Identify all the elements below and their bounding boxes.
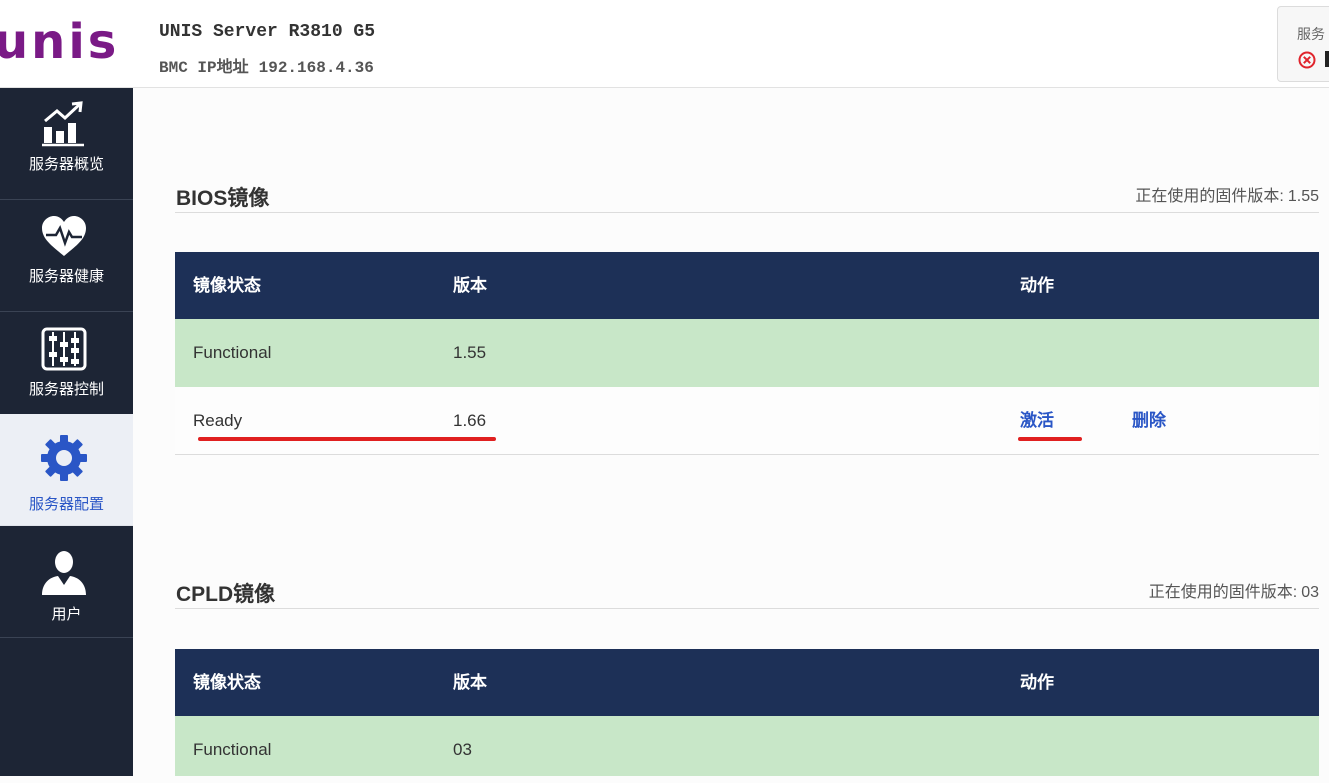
image-version: 1.55 bbox=[453, 343, 487, 362]
sidebar-item-server-health[interactable]: 服务器健康 bbox=[0, 200, 133, 312]
image-version: 1.66 bbox=[453, 411, 487, 430]
sidebar-item-label: 服务器控制 bbox=[28, 381, 104, 398]
fw-version-value: 1.55 bbox=[1287, 188, 1319, 205]
server-status-label: 服务 bbox=[1297, 26, 1325, 42]
error-circle-icon bbox=[1298, 51, 1316, 69]
annotation-underline bbox=[198, 437, 496, 441]
sidebar-item-label: 服务器健康 bbox=[28, 268, 104, 285]
server-name: UNIS Server R3810 G5 bbox=[159, 22, 376, 42]
image-status: Functional bbox=[193, 343, 272, 362]
server-status-panel[interactable]: 服务 bbox=[1277, 6, 1329, 82]
column-header-action: 动作 bbox=[1020, 673, 1054, 692]
sidebar-item-label: 用户 bbox=[51, 606, 82, 623]
image-version: 03 bbox=[453, 740, 472, 759]
user-icon bbox=[42, 551, 86, 595]
sidebar-item-label: 服务器概览 bbox=[28, 156, 104, 173]
table-row: Functional 1.55 bbox=[175, 319, 1319, 387]
cpld-section-title: CPLD镜像 bbox=[176, 583, 276, 606]
sidebar-item-server-overview[interactable]: 服务器概览 bbox=[0, 88, 133, 200]
chart-icon bbox=[42, 101, 84, 147]
bmc-ip-label: BMC IP地址 bbox=[159, 59, 249, 77]
fw-version-label: 正在使用的固件版本: bbox=[1148, 584, 1298, 601]
column-header-version: 版本 bbox=[453, 276, 487, 295]
image-status: Functional bbox=[193, 740, 272, 759]
fw-version-label: 正在使用的固件版本: bbox=[1135, 188, 1284, 205]
column-header-status: 镜像状态 bbox=[193, 673, 261, 692]
bios-table-header: 镜像状态 版本 动作 bbox=[175, 252, 1319, 319]
table-row: Ready 1.66 激活 删除 bbox=[175, 387, 1319, 455]
table-row: Functional 03 bbox=[175, 716, 1319, 776]
activate-button[interactable]: 激活 bbox=[1020, 387, 1054, 454]
gear-icon bbox=[41, 435, 87, 481]
section-divider bbox=[175, 608, 1319, 609]
bmc-ip-line: BMC IP地址 192.168.4.36 bbox=[159, 53, 384, 77]
bios-active-fw-version: 正在使用的固件版本: 1.55 bbox=[1131, 182, 1319, 206]
status-text-fragment bbox=[1325, 51, 1329, 67]
section-divider bbox=[175, 212, 1319, 213]
column-header-version: 版本 bbox=[453, 673, 487, 692]
top-header: unis UNIS Server R3810 G5 BMC IP地址 192.16… bbox=[0, 0, 1329, 88]
column-header-action: 动作 bbox=[1020, 276, 1054, 295]
heart-icon bbox=[42, 216, 86, 256]
cpld-table-header: 镜像状态 版本 动作 bbox=[175, 649, 1319, 716]
bmc-ip-value: 192.168.4.36 bbox=[258, 59, 374, 77]
sidebar-item-server-config[interactable]: 服务器配置 bbox=[0, 414, 133, 526]
sidebar-nav: 服务器概览 服务器健康 服务器控制 服务器配置 用户 bbox=[0, 88, 133, 776]
bios-section-title: BIOS镜像 bbox=[176, 187, 270, 210]
sidebar-item-server-control[interactable]: 服务器控制 bbox=[0, 313, 133, 425]
sidebar-item-label: 服务器配置 bbox=[28, 496, 104, 513]
cpld-active-fw-version: 正在使用的固件版本: 03 bbox=[1145, 578, 1319, 602]
unis-logo: unis bbox=[0, 14, 120, 70]
abacus-icon bbox=[41, 327, 87, 371]
sidebar-item-users[interactable]: 用户 bbox=[0, 526, 133, 638]
image-status: Ready bbox=[193, 411, 243, 430]
delete-button[interactable]: 删除 bbox=[1132, 387, 1166, 454]
fw-version-value: 03 bbox=[1301, 584, 1319, 601]
column-header-status: 镜像状态 bbox=[193, 276, 261, 295]
annotation-underline bbox=[1018, 437, 1082, 441]
